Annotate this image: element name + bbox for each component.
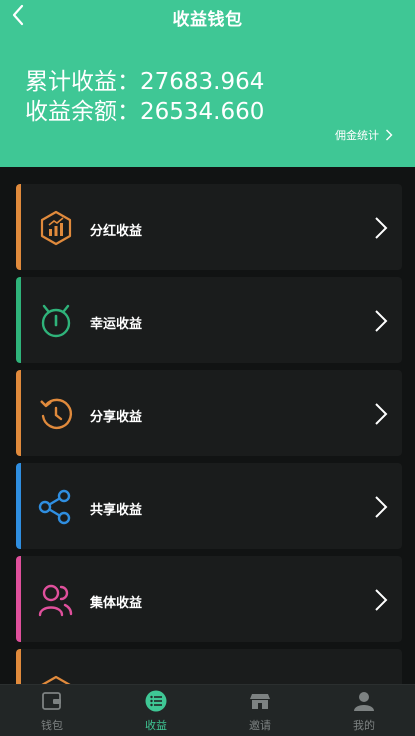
tab-wallet[interactable]: 钱包	[0, 685, 104, 736]
item-label: 分享收益	[90, 410, 143, 425]
list-item-shared-income[interactable]: 共享收益	[16, 463, 402, 549]
list-item-lucky-income[interactable]: 幸运收益	[16, 277, 402, 363]
item-accent	[16, 277, 21, 363]
list-item-dividend-income[interactable]: 分红收益	[16, 184, 402, 270]
tab-invite[interactable]: 邀请	[208, 685, 312, 736]
group-icon	[38, 584, 73, 617]
list-item-share-income[interactable]: 分享收益	[16, 370, 402, 456]
refresh-clock-icon	[40, 398, 73, 429]
tab-label: 收益	[145, 719, 167, 732]
tab-label: 我的	[353, 719, 375, 732]
chevron-right-icon	[375, 403, 388, 425]
header: 收益钱包 累计收益：27683.964 收益余额：26534.660 佣金统计	[0, 0, 415, 167]
tab-label: 邀请	[249, 719, 271, 732]
commission-stats-link[interactable]: 佣金统计	[335, 127, 393, 143]
store-icon	[250, 694, 270, 709]
item-accent	[16, 184, 21, 270]
tab-label: 钱包	[41, 719, 63, 732]
page-title: 收益钱包	[172, 10, 243, 30]
list-item-group-income[interactable]: 集体收益	[16, 556, 402, 642]
chevron-right-icon	[375, 310, 388, 332]
tab-profile[interactable]: 我的	[312, 685, 415, 736]
wallet-icon	[42, 692, 61, 710]
item-accent	[16, 556, 21, 642]
item-label: 集体收益	[90, 596, 143, 611]
chevron-right-icon	[375, 496, 388, 518]
list-icon	[145, 690, 167, 712]
bottom-tab-bar: 钱包 收益 邀请 我的	[0, 684, 415, 736]
income-balance: 收益余额：26534.660	[25, 99, 265, 125]
timer-icon	[41, 304, 71, 338]
item-accent	[16, 463, 21, 549]
item-label: 共享收益	[90, 503, 143, 518]
item-label: 分红收益	[90, 224, 143, 239]
user-icon	[354, 692, 374, 711]
item-label: 幸运收益	[90, 317, 143, 332]
dividend-icon	[40, 210, 72, 246]
chevron-right-icon	[375, 217, 388, 239]
total-income: 累计收益：27683.964	[25, 69, 265, 95]
chevron-right-icon	[375, 589, 388, 611]
tab-income[interactable]: 收益	[104, 685, 208, 736]
share-icon	[38, 489, 71, 525]
commission-stats-label: 佣金统计	[335, 129, 379, 142]
item-accent	[16, 370, 21, 456]
chevron-right-icon	[386, 129, 393, 141]
